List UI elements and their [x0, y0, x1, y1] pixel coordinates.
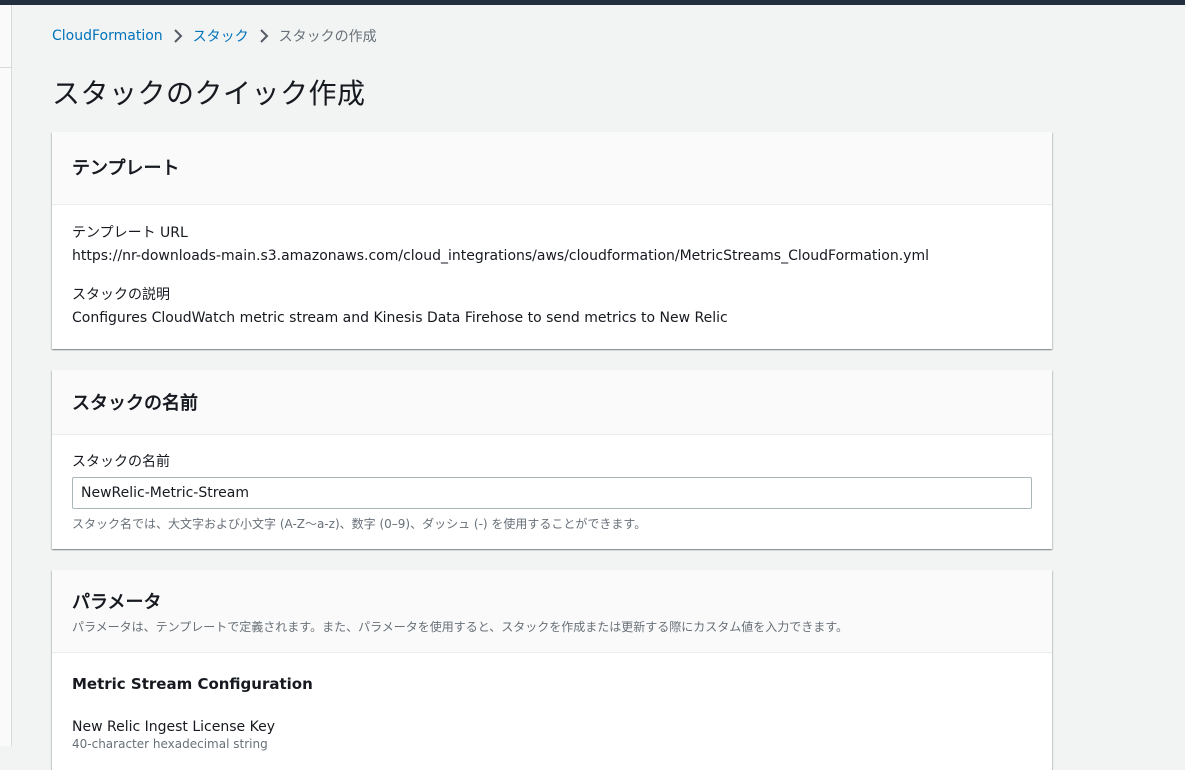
stack-name-label: スタックの名前	[72, 454, 170, 470]
template-panel: テンプレート テンプレート URL https://nr-downloads-m…	[52, 132, 1052, 349]
page-title: スタックのクイック作成	[52, 77, 366, 110]
template-url-label: テンプレート URL	[72, 225, 188, 241]
template-panel-body: テンプレート URL https://nr-downloads-main.s3.…	[52, 205, 1052, 329]
stack-name-panel-header: スタックの名前	[52, 370, 1052, 435]
breadcrumb: CloudFormation スタック スタックの作成	[52, 26, 377, 46]
stack-description-field: スタックの説明 Configures CloudWatch metric str…	[72, 285, 1032, 329]
breadcrumb-link-stacks[interactable]: スタック	[193, 26, 249, 46]
template-panel-header: テンプレート	[52, 132, 1052, 205]
stack-name-panel-title: スタックの名前	[72, 393, 198, 414]
template-url-field: テンプレート URL https://nr-downloads-main.s3.…	[72, 223, 1032, 267]
top-nav-bar	[0, 0, 1185, 5]
chevron-right-icon	[163, 28, 193, 44]
template-panel-title: テンプレート	[72, 158, 180, 179]
chevron-right-icon	[249, 28, 279, 44]
breadcrumb-current: スタックの作成	[278, 29, 377, 45]
template-url-value: https://nr-downloads-main.s3.amazonaws.c…	[72, 248, 929, 264]
stack-name-hint: スタック名では、大文字および小文字 (A-Z〜a-z)、数字 (0–9)、ダッシ…	[72, 517, 647, 531]
stack-description-label: スタックの説明	[72, 287, 170, 303]
parameters-panel-description: パラメータは、テンプレートで定義されます。また、パラメータを使用すると、スタック…	[72, 620, 849, 634]
license-key-description: 40-character hexadecimal string	[72, 737, 268, 751]
stack-description-value: Configures CloudWatch metric stream and …	[72, 310, 728, 326]
stack-name-input[interactable]	[72, 477, 1032, 509]
parameters-panel: パラメータ パラメータは、テンプレートで定義されます。また、パラメータを使用する…	[52, 570, 1052, 770]
side-navigation-rail[interactable]	[0, 5, 12, 746]
license-key-label: New Relic Ingest License Key	[72, 719, 275, 735]
rail-divider	[0, 67, 11, 68]
parameters-panel-header: パラメータ パラメータは、テンプレートで定義されます。また、パラメータを使用する…	[52, 570, 1052, 653]
stack-name-panel: スタックの名前 スタックの名前 スタック名では、大文字および小文字 (A-Z〜a…	[52, 370, 1052, 549]
breadcrumb-link-cloudformation[interactable]: CloudFormation	[52, 28, 163, 44]
parameters-panel-title: パラメータ	[72, 592, 162, 613]
metric-stream-config-heading: Metric Stream Configuration	[72, 675, 313, 693]
stack-name-panel-body: スタックの名前 スタック名では、大文字および小文字 (A-Z〜a-z)、数字 (…	[52, 435, 1052, 532]
parameters-panel-body: Metric Stream Configuration New Relic In…	[52, 653, 1052, 751]
